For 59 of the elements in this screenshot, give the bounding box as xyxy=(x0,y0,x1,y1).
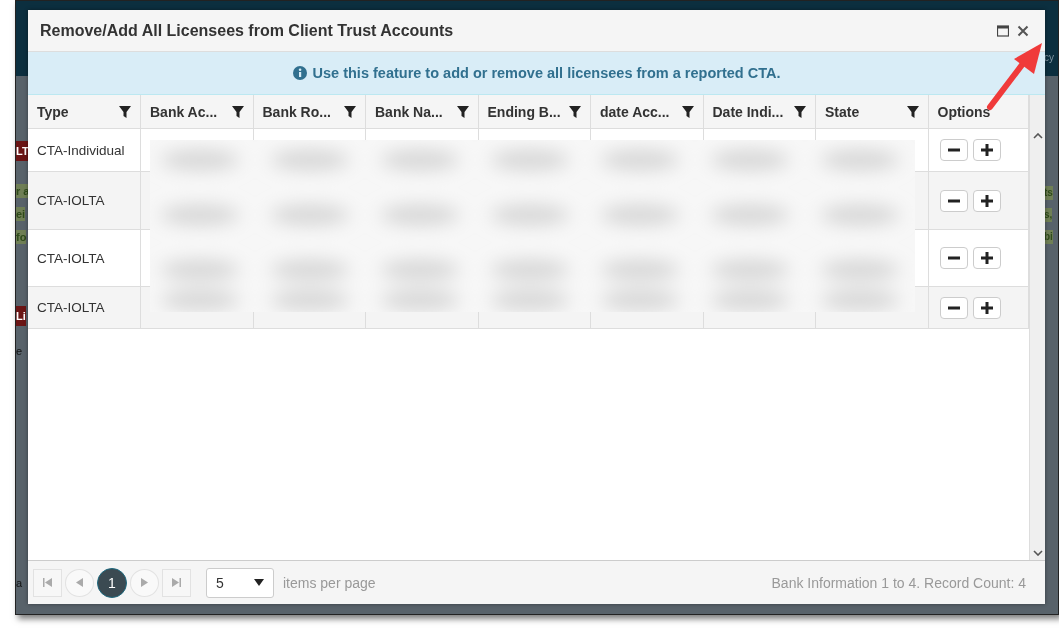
caret-icon xyxy=(254,579,264,586)
plus-icon xyxy=(980,144,993,156)
filter-icon[interactable] xyxy=(343,104,357,119)
background-text: Li xyxy=(16,306,26,326)
remove-button[interactable] xyxy=(939,189,968,212)
plus-icon xyxy=(980,252,993,264)
background-text: fo xyxy=(16,230,27,244)
maximize-icon xyxy=(997,24,1009,37)
close-icon xyxy=(1017,24,1029,37)
filter-icon[interactable] xyxy=(118,104,132,119)
remove-button[interactable] xyxy=(939,296,968,319)
add-button[interactable] xyxy=(972,189,1001,212)
table-cell: CTA-IOLTA xyxy=(28,172,141,229)
column-header[interactable]: Ending B... xyxy=(478,95,591,128)
filter-icon[interactable] xyxy=(568,104,582,119)
previous-icon xyxy=(76,578,83,587)
plus-icon xyxy=(980,194,993,207)
filter-icon[interactable] xyxy=(455,104,470,119)
background-text: LT xyxy=(16,141,29,161)
column-header[interactable]: Type xyxy=(28,95,141,128)
column-header[interactable]: Bank Ro... xyxy=(253,95,366,128)
page-button[interactable]: 1 xyxy=(97,567,127,598)
filter-icon[interactable] xyxy=(680,104,695,119)
column-header[interactable]: Bank Na... xyxy=(366,95,479,128)
first-page-icon xyxy=(43,578,52,587)
page-size-dropdown[interactable]: 5 xyxy=(206,567,274,598)
add-button[interactable] xyxy=(972,247,1001,269)
scrollbar[interactable] xyxy=(1029,95,1045,560)
filter-icon[interactable] xyxy=(793,104,807,119)
background-text: a xyxy=(16,576,23,590)
minus-icon xyxy=(947,256,960,260)
column-header[interactable]: Bank Ac... xyxy=(141,95,254,128)
plus-icon xyxy=(980,301,993,314)
add-button[interactable] xyxy=(972,296,1001,319)
record-summary: Bank Information 1 to 4. Record Count: 4 xyxy=(771,574,1026,591)
next-icon xyxy=(141,578,148,587)
dialog-title: Remove/Add All Licensees from Client Trust Accounts xyxy=(40,21,455,40)
minus-icon xyxy=(947,305,960,310)
table-cell: CTA-Individual xyxy=(28,129,141,171)
column-header[interactable]: date Acc... xyxy=(591,95,704,128)
page-size-label: items per page xyxy=(283,574,376,591)
info-icon xyxy=(292,66,307,80)
table-cell: CTA-IOLTA xyxy=(28,287,141,328)
filter-icon[interactable] xyxy=(230,104,245,119)
last-page-icon xyxy=(172,578,181,587)
table-cell: CTA-IOLTA xyxy=(28,230,141,286)
minus-icon xyxy=(947,148,960,152)
remove-button[interactable] xyxy=(939,247,968,269)
column-header[interactable]: State xyxy=(816,95,929,128)
info-message: Use this feature to add or remove all licensees from a reported CTA. xyxy=(312,65,781,81)
add-button[interactable] xyxy=(972,139,1001,161)
background-text: ei xyxy=(16,207,26,221)
column-header[interactable]: Date Indi... xyxy=(703,95,816,128)
scroll-down-icon[interactable] xyxy=(1032,550,1043,556)
remove-button[interactable] xyxy=(939,139,968,161)
filter-icon[interactable] xyxy=(905,104,920,119)
minus-icon xyxy=(947,198,960,203)
background-text: e xyxy=(16,344,23,358)
scroll-up-icon[interactable] xyxy=(1032,133,1043,139)
